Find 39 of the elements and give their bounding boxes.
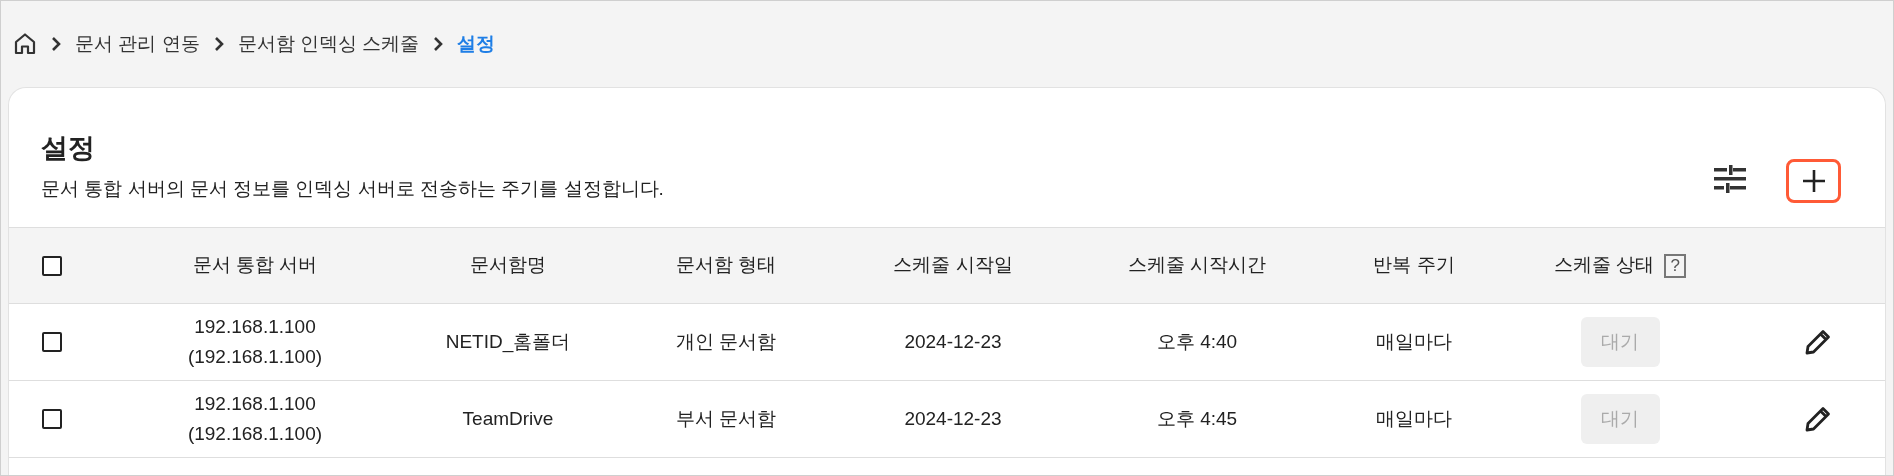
- table-cell-text: (192.168.1.100): [187, 345, 323, 369]
- home-icon[interactable]: [13, 32, 37, 56]
- table-cell-text: TeamDrive: [462, 406, 554, 431]
- checkbox[interactable]: [42, 409, 62, 429]
- plus-icon: [1801, 169, 1826, 193]
- edit-icon[interactable]: [1803, 404, 1833, 434]
- table-cell-text: 192.168.1.100: [194, 315, 316, 339]
- table-cell-text: (192.168.1.100): [187, 422, 323, 446]
- table-cell-text: 매일마다: [1376, 329, 1452, 354]
- table-cell-text: 2024-12-23: [904, 406, 1002, 431]
- help-icon[interactable]: ?: [1664, 253, 1687, 278]
- edit-icon[interactable]: [1803, 327, 1833, 357]
- breadcrumb-link[interactable]: 설정: [457, 29, 496, 59]
- column-header: 문서함명: [470, 253, 546, 278]
- table-cell-text: 2024-12-23: [904, 329, 1002, 354]
- table-cell-text: 오후 4:45: [1156, 406, 1238, 431]
- column-header: 문서 통합 서버: [192, 253, 318, 278]
- checkbox[interactable]: [42, 332, 62, 352]
- table-cell-text: 오후 4:40: [1156, 329, 1238, 354]
- breadcrumb-link[interactable]: 문서함 인덱싱 스케줄: [237, 29, 420, 59]
- filter-icon[interactable]: [1714, 165, 1746, 193]
- chevron-icon: [51, 36, 61, 52]
- table-cell-text: 매일마다: [1376, 406, 1452, 431]
- column-header: 스케줄 상태: [1553, 253, 1655, 278]
- page-title: 설정: [41, 132, 96, 165]
- table-cell-text: 개인 문서함: [675, 329, 777, 354]
- add-button[interactable]: [1786, 159, 1841, 203]
- column-header: 문서함 형태: [675, 253, 777, 278]
- table-cell-text: NETID_홈폴더: [445, 329, 571, 355]
- column-header: 반복 주기: [1373, 253, 1455, 278]
- page-description: 문서 통합 서버의 문서 정보를 인덱싱 서버로 전송하는 주기를 설정합니다.: [41, 176, 664, 201]
- checkbox[interactable]: [42, 255, 62, 276]
- breadcrumb-link[interactable]: 문서 관리 연동: [75, 29, 200, 59]
- table-cell-text: 192.168.1.100: [194, 392, 316, 416]
- chevron-icon: [433, 36, 444, 52]
- table-cell-text: 부서 문서함: [675, 406, 777, 431]
- chevron-icon: [213, 36, 224, 52]
- column-header: 스케줄 시작일: [893, 253, 1013, 278]
- column-header: 스케줄 시작시간: [1127, 253, 1267, 278]
